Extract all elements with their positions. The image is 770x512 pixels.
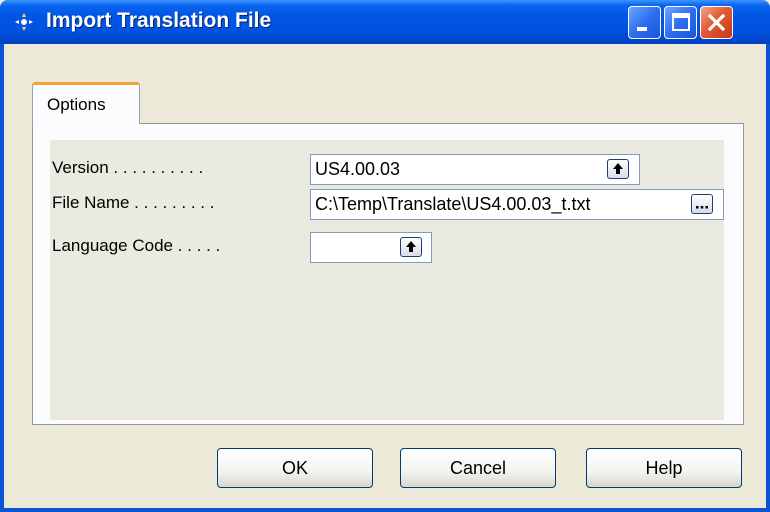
version-value: US4.00.03	[315, 159, 401, 179]
options-panel-inner: Version . . . . . . . . . . US4.00.03 Fi…	[50, 140, 724, 420]
help-button[interactable]: Help	[586, 448, 742, 488]
version-field[interactable]: US4.00.03	[310, 154, 640, 185]
minimize-icon	[637, 27, 647, 31]
ok-button[interactable]: OK	[217, 448, 373, 488]
cancel-button[interactable]: Cancel	[400, 448, 556, 488]
file-name-field[interactable]: C:\Temp\Translate\US4.00.03_t.txt	[310, 189, 724, 220]
minimize-button[interactable]	[628, 6, 661, 39]
close-icon	[707, 13, 726, 32]
ellipsis-icon	[696, 206, 708, 209]
dialog-body: Options Version . . . . . . . . . . US4.…	[4, 44, 766, 508]
language-code-lookup-button[interactable]	[400, 237, 422, 257]
lookup-arrow-icon	[406, 241, 416, 252]
import-translation-dialog: Import Translation File Options Version …	[0, 0, 770, 512]
file-name-value: C:\Temp\Translate\US4.00.03_t.txt	[315, 194, 591, 214]
language-code-field[interactable]	[310, 232, 432, 263]
lookup-arrow-icon	[613, 163, 623, 174]
maximize-button[interactable]	[664, 6, 697, 39]
app-icon	[15, 13, 33, 31]
options-panel: Version . . . . . . . . . . US4.00.03 Fi…	[32, 123, 744, 425]
close-button[interactable]	[700, 6, 733, 39]
language-code-label: Language Code . . . . .	[52, 236, 221, 255]
window-title: Import Translation File	[46, 9, 272, 32]
version-lookup-button[interactable]	[607, 159, 629, 179]
version-label: Version . . . . . . . . . .	[52, 158, 204, 177]
tab-options-label: Options	[47, 95, 106, 114]
file-name-label: File Name . . . . . . . . .	[52, 193, 215, 212]
title-bar[interactable]: Import Translation File	[0, 0, 770, 44]
file-browse-button[interactable]	[691, 194, 713, 214]
maximize-icon	[672, 13, 690, 31]
tab-options[interactable]: Options	[32, 82, 140, 124]
